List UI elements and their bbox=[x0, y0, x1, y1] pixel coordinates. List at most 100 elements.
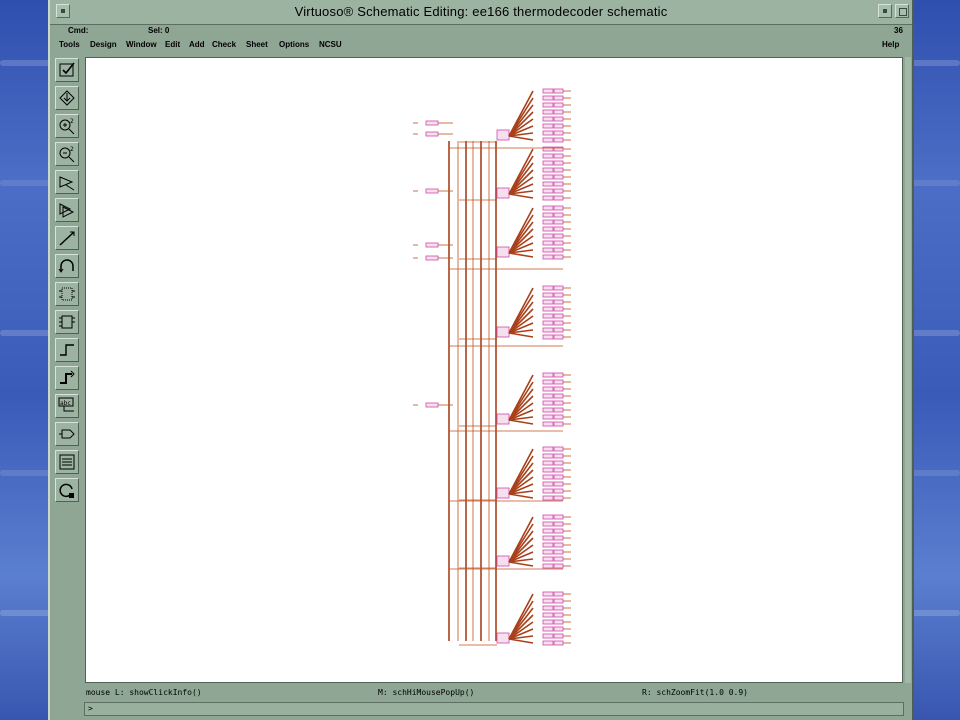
svg-text:2: 2 bbox=[70, 118, 74, 125]
output-cell bbox=[553, 137, 564, 143]
fanout-wire bbox=[508, 135, 534, 141]
pin-button[interactable] bbox=[55, 310, 79, 334]
wire-button[interactable] bbox=[55, 226, 79, 250]
status-row: Cmd: Sel: 0 36 bbox=[50, 24, 912, 38]
output-cell bbox=[553, 446, 564, 452]
output-cell bbox=[553, 521, 564, 527]
menu-sheet[interactable]: Sheet bbox=[246, 40, 268, 49]
instance-button[interactable] bbox=[55, 282, 79, 306]
menu-check[interactable]: Check bbox=[212, 40, 236, 49]
schematic-window: Virtuoso® Schematic Editing: ee166 therm… bbox=[48, 0, 914, 720]
output-cell bbox=[542, 481, 554, 487]
menu-design[interactable]: Design bbox=[90, 40, 117, 49]
output-cell bbox=[542, 393, 554, 399]
check-save-button[interactable] bbox=[55, 58, 79, 82]
output-cell bbox=[553, 88, 564, 94]
property-button[interactable] bbox=[55, 422, 79, 446]
output-cell bbox=[553, 226, 564, 232]
menu-tools[interactable]: Tools bbox=[59, 40, 80, 49]
output-cell bbox=[542, 285, 554, 291]
output-cell bbox=[542, 123, 554, 129]
output-cell bbox=[542, 598, 554, 604]
output-cell bbox=[553, 334, 564, 340]
output-cell bbox=[542, 116, 554, 122]
minimize-icon bbox=[883, 9, 887, 13]
menu-ncsu[interactable]: NCSU bbox=[319, 40, 342, 49]
menu-options[interactable]: Options bbox=[279, 40, 309, 49]
output-cell bbox=[542, 181, 554, 187]
output-cell bbox=[553, 535, 564, 541]
output-cell bbox=[542, 306, 554, 312]
menu-edit[interactable]: Edit bbox=[165, 40, 180, 49]
undo-button[interactable] bbox=[55, 254, 79, 278]
menu-window[interactable]: Window bbox=[126, 40, 157, 49]
status-counter: 36 bbox=[894, 26, 903, 35]
output-cell bbox=[542, 372, 554, 378]
output-cell bbox=[542, 379, 554, 385]
output-cell bbox=[542, 167, 554, 173]
output-cell bbox=[542, 153, 554, 159]
menu-help[interactable]: Help bbox=[882, 40, 899, 49]
output-cell bbox=[542, 334, 554, 340]
minimize-button[interactable] bbox=[878, 4, 892, 18]
output-cell bbox=[553, 306, 564, 312]
redo-button[interactable] bbox=[55, 478, 79, 502]
output-cell bbox=[553, 174, 564, 180]
output-cell bbox=[542, 226, 554, 232]
output-cell bbox=[542, 247, 554, 253]
wire-narrow-button[interactable] bbox=[55, 338, 79, 362]
copy-icon bbox=[59, 203, 75, 218]
output-cell bbox=[542, 414, 554, 420]
output-cell bbox=[542, 212, 554, 218]
schematic-canvas[interactable] bbox=[85, 57, 903, 683]
output-cell bbox=[553, 598, 564, 604]
output-cell bbox=[553, 130, 564, 136]
command-line[interactable]: > bbox=[84, 702, 904, 716]
menu-add[interactable]: Add bbox=[189, 40, 205, 49]
check-icon bbox=[59, 62, 75, 77]
command-prompt: > bbox=[88, 704, 93, 713]
window-icon bbox=[59, 454, 75, 470]
output-cell bbox=[553, 153, 564, 159]
output-cell bbox=[553, 414, 564, 420]
fanout-wire bbox=[508, 252, 534, 258]
output-cell bbox=[542, 514, 554, 520]
output-cell bbox=[542, 233, 554, 239]
output-cell bbox=[542, 219, 554, 225]
output-cell bbox=[553, 563, 564, 569]
zoom-out-button[interactable]: 2 bbox=[55, 142, 79, 166]
output-cell bbox=[542, 467, 554, 473]
fanout-wire bbox=[508, 332, 534, 338]
stretch-button[interactable] bbox=[55, 170, 79, 194]
output-cell bbox=[542, 563, 554, 569]
input-buffer bbox=[425, 120, 439, 126]
output-cell bbox=[553, 181, 564, 187]
wire-wide-button[interactable] bbox=[55, 366, 79, 390]
output-cell bbox=[553, 495, 564, 501]
window-fit-button[interactable] bbox=[55, 450, 79, 474]
output-cell bbox=[553, 320, 564, 326]
copy-button[interactable] bbox=[55, 198, 79, 222]
output-cell bbox=[553, 407, 564, 413]
fanout-wire bbox=[508, 561, 534, 567]
label-button[interactable]: abc bbox=[55, 394, 79, 418]
output-cell bbox=[542, 640, 554, 646]
vertical-scrollbar[interactable] bbox=[905, 57, 911, 683]
output-cell bbox=[542, 612, 554, 618]
output-cell bbox=[542, 174, 554, 180]
output-cell bbox=[553, 421, 564, 427]
maximize-button[interactable] bbox=[895, 4, 909, 18]
output-cell bbox=[542, 240, 554, 246]
maximize-icon bbox=[899, 8, 907, 16]
output-cell bbox=[542, 535, 554, 541]
output-cell bbox=[542, 88, 554, 94]
output-cell bbox=[553, 327, 564, 333]
pin-icon bbox=[59, 315, 75, 329]
save-button[interactable] bbox=[55, 86, 79, 110]
menu-bar: Tools Design Window Edit Add Check Sheet… bbox=[50, 38, 912, 54]
input-buffer bbox=[425, 188, 439, 194]
zoom-in-button[interactable]: 2 bbox=[55, 114, 79, 138]
output-cell bbox=[553, 233, 564, 239]
save-icon bbox=[59, 90, 75, 106]
tool-palette: 2 2 abc bbox=[52, 56, 82, 506]
